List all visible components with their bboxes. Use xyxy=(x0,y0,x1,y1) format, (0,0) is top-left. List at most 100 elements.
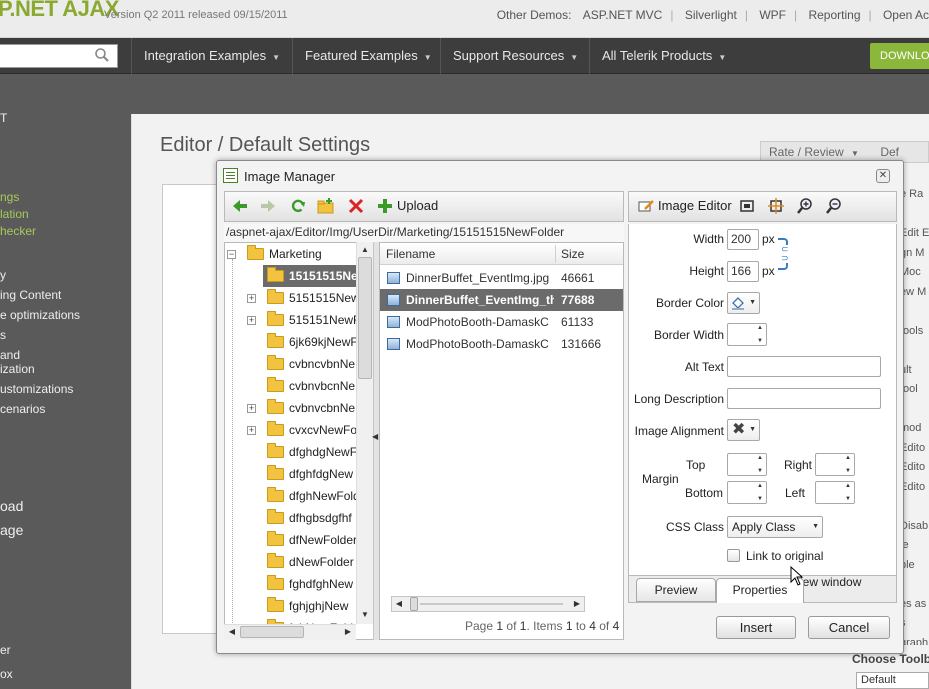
demo-link-wpf[interactable]: WPF xyxy=(759,8,786,22)
choose-toolbar-select[interactable]: Default xyxy=(856,672,929,689)
slider-thumb[interactable] xyxy=(410,597,418,611)
margin-left-spinner[interactable] xyxy=(815,481,855,504)
zoom-in-icon[interactable] xyxy=(795,197,815,217)
sidebar-item[interactable]: y xyxy=(0,268,6,282)
file-row[interactable]: ModPhotoBooth-DamaskC 61133 xyxy=(380,311,623,333)
sidebar-item[interactable]: er xyxy=(0,643,11,657)
sidebar-item[interactable]: ing Content xyxy=(0,288,61,302)
right-panel-text xyxy=(900,497,929,517)
border-width-label: Border Width xyxy=(653,328,724,342)
sidebar-item[interactable]: ization xyxy=(0,362,35,376)
expand-icon[interactable]: + xyxy=(247,404,256,413)
scroll-up-icon[interactable]: ▲ xyxy=(358,243,372,257)
scroll-down-icon[interactable]: ▼ xyxy=(358,608,372,622)
slider-right-icon[interactable]: ▶ xyxy=(570,597,584,611)
tree-scroll-thumb[interactable] xyxy=(358,257,372,379)
css-class-dropdown[interactable]: Apply Class ▼ xyxy=(727,516,823,538)
brand-logo[interactable]: P.NET AJAX xyxy=(0,0,119,22)
sidebar-item[interactable]: e optimizations xyxy=(0,308,80,322)
delete-icon[interactable] xyxy=(346,197,366,217)
nav-integration-examples[interactable]: Integration Examples ▼ xyxy=(131,38,292,74)
nav-all-telerik-products[interactable]: All Telerik Products ▼ xyxy=(589,38,738,74)
border-color-picker[interactable]: ▼ xyxy=(727,292,760,314)
version-text: Version Q2 2011 released 09/15/2011 xyxy=(104,9,288,21)
new-folder-icon[interactable] xyxy=(316,197,336,217)
file-row[interactable]: ModPhotoBooth-DamaskC 131666 xyxy=(380,333,623,355)
sidebar-item[interactable]: s xyxy=(0,328,6,342)
expand-icon[interactable]: + xyxy=(247,294,256,303)
right-panel-text: ble xyxy=(900,558,915,571)
no-alignment-icon: ✖ xyxy=(732,421,746,438)
sidebar-item[interactable]: T xyxy=(0,111,7,125)
height-input[interactable]: 166 xyxy=(727,261,759,282)
forward-arrow-icon[interactable] xyxy=(258,197,278,217)
demo-link-silverlight[interactable]: Silverlight xyxy=(685,8,737,22)
sidebar-item[interactable]: hecker xyxy=(0,224,36,238)
alt-text-label: Alt Text xyxy=(684,360,724,374)
alt-text-input[interactable] xyxy=(727,356,881,377)
tree-hscroll-thumb[interactable] xyxy=(240,626,304,638)
long-description-input[interactable] xyxy=(727,388,881,409)
right-panel-text: t xyxy=(900,341,929,361)
file-row[interactable]: DinnerBuffet_EventImg.jpg 46661 xyxy=(380,267,623,289)
margin-right-spinner[interactable] xyxy=(815,453,855,476)
right-panel-text: Moc xyxy=(900,266,921,278)
sidebar-item[interactable]: ox xyxy=(0,667,13,681)
width-input[interactable]: 200 xyxy=(727,229,759,250)
download-button[interactable]: DOWNLO xyxy=(870,43,929,69)
zoom-out-icon[interactable] xyxy=(824,197,844,217)
collapse-icon[interactable]: − xyxy=(227,250,236,259)
demo-link-reporting[interactable]: Reporting xyxy=(808,8,860,22)
tab-preview[interactable]: Preview xyxy=(636,578,716,602)
actual-size-icon[interactable] xyxy=(766,197,786,217)
refresh-icon[interactable] xyxy=(288,197,308,217)
column-header-size[interactable]: Size xyxy=(561,247,584,261)
image-editor-icon[interactable] xyxy=(636,197,656,217)
demo-link-mvc[interactable]: ASP.NET MVC xyxy=(583,8,663,22)
expand-icon[interactable]: + xyxy=(247,316,256,325)
border-width-spinner[interactable] xyxy=(727,323,767,346)
slider-left-icon[interactable]: ◀ xyxy=(392,597,406,611)
sidebar-item[interactable]: ngs xyxy=(0,190,19,204)
choose-toolbar-label: Choose Toolb xyxy=(852,652,929,666)
back-arrow-icon[interactable] xyxy=(230,197,250,217)
link-chain-icon[interactable]: ⊂ ⊃ xyxy=(781,245,789,263)
sidebar-item[interactable]: cenarios xyxy=(0,402,45,416)
insert-button[interactable]: Insert xyxy=(716,616,796,639)
file-row[interactable]: DinnerBuffet_EventImg_thum 77688 xyxy=(380,289,623,311)
image-alignment-picker[interactable]: ✖ ▼ xyxy=(727,419,760,441)
new-window-label: iew window xyxy=(800,575,862,589)
close-icon[interactable]: ✕ xyxy=(876,169,890,183)
collapse-arrow-icon[interactable]: ◀ xyxy=(372,432,378,441)
folder-icon xyxy=(267,465,284,480)
right-panel-text: le xyxy=(900,539,909,551)
right-panel-text: ew M xyxy=(900,285,927,298)
upload-button[interactable]: Upload xyxy=(397,198,438,213)
expand-icon[interactable]: + xyxy=(247,426,256,435)
nav-featured-examples[interactable]: Featured Examples ▼ xyxy=(292,38,444,74)
margin-bottom-spinner[interactable] xyxy=(727,481,767,504)
demo-link-openaccess[interactable]: Open Ac xyxy=(883,8,929,22)
other-demos-label: Other Demos: xyxy=(496,8,572,22)
scroll-right-icon[interactable]: ▶ xyxy=(341,625,355,639)
file-name: ModPhotoBooth-DamaskC xyxy=(406,315,549,329)
sidebar-item[interactable]: lation xyxy=(0,207,29,221)
folder-icon xyxy=(267,311,284,326)
sidebar-item[interactable]: oad xyxy=(0,498,23,514)
nav-support-resources[interactable]: Support Resources ▼ xyxy=(440,38,590,74)
sidebar-item[interactable]: and xyxy=(0,348,20,362)
cancel-button[interactable]: Cancel xyxy=(808,616,890,639)
margin-top-spinner[interactable] xyxy=(727,453,767,476)
margin-bottom-label: Bottom xyxy=(685,486,724,500)
tree-node-root[interactable]: − Marketing xyxy=(225,243,365,265)
search-icon[interactable] xyxy=(94,47,112,65)
sidebar-item[interactable]: age xyxy=(0,522,23,538)
scroll-left-icon[interactable]: ◀ xyxy=(225,625,239,639)
column-header-filename[interactable]: Filename xyxy=(386,247,435,261)
column-separator xyxy=(555,245,556,263)
fit-size-icon[interactable] xyxy=(737,197,757,217)
link-to-original-checkbox[interactable] xyxy=(727,549,740,562)
image-editor-button[interactable]: Image Editor xyxy=(658,198,732,213)
upload-icon[interactable] xyxy=(375,197,395,217)
sidebar-item[interactable]: ustomizations xyxy=(0,382,73,396)
